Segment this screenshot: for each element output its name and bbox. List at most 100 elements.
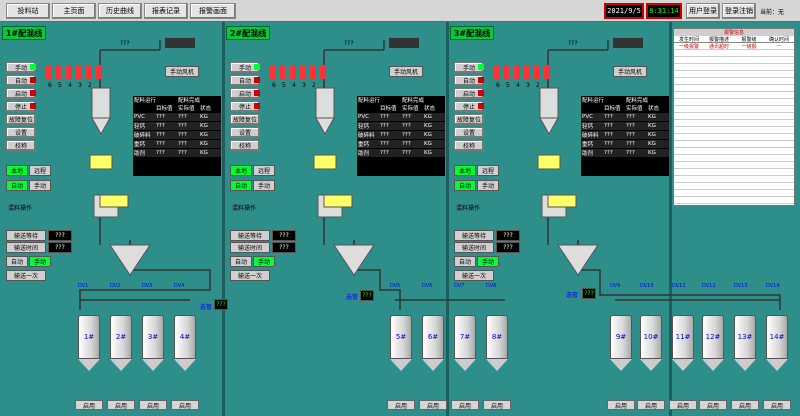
auto-button[interactable]: 自动 (230, 180, 252, 191)
silo-start-button[interactable]: 启用 (387, 400, 415, 410)
alarm-row[interactable] (674, 155, 794, 162)
unit: KG (648, 114, 656, 120)
auto-button[interactable]: 自动 (6, 180, 28, 191)
control-setup-button[interactable]: 设置 (454, 127, 484, 138)
alarm-cell (734, 190, 764, 196)
nav-home[interactable]: 主页面 (52, 3, 96, 19)
alarm-row[interactable] (674, 190, 794, 197)
remote-button[interactable]: 远程 (29, 165, 51, 176)
auto-button[interactable]: 自动 (454, 180, 476, 191)
control-calib-button[interactable]: 校称 (454, 140, 484, 151)
manual-button[interactable]: 手动 (29, 180, 51, 191)
logout-button[interactable]: 登录注销 (722, 3, 756, 19)
alarm-row[interactable] (674, 148, 794, 155)
alarm-row[interactable] (674, 64, 794, 71)
silo-cone (640, 359, 662, 371)
manual-button[interactable]: 手动 (253, 180, 275, 191)
col-header: 目标值 (156, 106, 173, 112)
alarm-row[interactable] (674, 85, 794, 92)
run-header: 配料运行 (358, 98, 381, 104)
alarm-cell (764, 64, 794, 70)
alarm-cell (734, 57, 764, 63)
control-reset-button[interactable]: 故障复位 (230, 114, 260, 125)
convey-once-button[interactable]: 输送一次 (230, 270, 270, 281)
recipe-row: 助剂?????? KG (133, 149, 221, 157)
silo-start-button[interactable]: 启用 (483, 400, 511, 410)
silo-cone (734, 359, 756, 371)
alarm-row[interactable] (674, 71, 794, 78)
line1-fan-button[interactable]: 手动风机 (165, 66, 199, 77)
alarm-cell (764, 120, 794, 126)
control-reset-button[interactable]: 故障复位 (454, 114, 484, 125)
material-name: 助剂 (582, 151, 594, 157)
nav-alarm[interactable]: 报警画面 (190, 3, 236, 19)
alarm-row[interactable] (674, 134, 794, 141)
nav-reports[interactable]: 报表记录 (144, 3, 188, 19)
user-login-button[interactable]: 用户登录 (686, 3, 720, 19)
silo-start-button[interactable]: 启用 (669, 400, 697, 410)
actual-value: ??? (402, 150, 411, 156)
wait-value: ??? (48, 230, 72, 241)
silo-start-button[interactable]: 启用 (763, 400, 791, 410)
alarm-cell (764, 113, 794, 119)
line3-fan-button[interactable]: 手动风机 (613, 66, 647, 77)
silo-start-button[interactable]: 启用 (139, 400, 167, 410)
diverter-valve-label: DV12 (702, 283, 716, 289)
alarm-row[interactable] (674, 92, 794, 99)
alarm-row[interactable] (674, 106, 794, 113)
silo-start-button[interactable]: 启用 (699, 400, 727, 410)
alarm-row[interactable] (674, 99, 794, 106)
silo-start-button[interactable]: 启用 (107, 400, 135, 410)
scale-number: 2 (536, 82, 540, 89)
nav-feeding-station[interactable]: 投料站 (6, 3, 50, 19)
alarm-cell (674, 197, 704, 203)
manual-button[interactable]: 手动 (477, 180, 499, 191)
local-button[interactable]: 本地 (454, 165, 476, 176)
alarm-row[interactable] (674, 127, 794, 134)
remote-button[interactable]: 远程 (253, 165, 275, 176)
alarm-row[interactable] (674, 50, 794, 57)
convey-once-button[interactable]: 输送一次 (454, 270, 494, 281)
alarm-row[interactable]: 一级报警 通讯超时 一级报 — (674, 43, 794, 50)
alarm-row[interactable] (674, 183, 794, 190)
silo-start-button[interactable]: 启用 (75, 400, 103, 410)
silo-start-button[interactable]: 启用 (419, 400, 447, 410)
local-button[interactable]: 本地 (6, 165, 28, 176)
control-calib-button[interactable]: 校称 (230, 140, 260, 151)
alarm-row[interactable] (674, 169, 794, 176)
manual-button[interactable]: 手动 (29, 256, 51, 267)
local-button[interactable]: 本地 (230, 165, 252, 176)
silo-start-button[interactable]: 启用 (171, 400, 199, 410)
alarm-cell (704, 50, 734, 56)
nav-history-curve[interactable]: 历史曲线 (98, 3, 142, 19)
auto-button[interactable]: 自动 (230, 256, 252, 267)
col-header: 目标值 (380, 106, 397, 112)
silo-start-button[interactable]: 启用 (731, 400, 759, 410)
alarm-row[interactable] (674, 57, 794, 64)
alarm-row[interactable] (674, 162, 794, 169)
alarm-row[interactable] (674, 78, 794, 85)
remote-button[interactable]: 远程 (477, 165, 499, 176)
control-setup-button[interactable]: 设置 (6, 127, 36, 138)
silo-start-button[interactable]: 启用 (607, 400, 635, 410)
material-name: PVC (134, 114, 145, 120)
manual-button[interactable]: 手动 (477, 256, 499, 267)
convey-once-button[interactable]: 输送一次 (6, 270, 46, 281)
alarm-row[interactable] (674, 120, 794, 127)
line2-fan-button[interactable]: 手动风机 (389, 66, 423, 77)
alarm-row[interactable] (674, 141, 794, 148)
alarm-row[interactable] (674, 197, 794, 204)
col-header: 目标值 (604, 106, 621, 112)
auto-button[interactable]: 自动 (454, 256, 476, 267)
auto-button[interactable]: 自动 (6, 256, 28, 267)
manual-button[interactable]: 手动 (253, 256, 275, 267)
diverter-valve-label: DV3 (142, 283, 153, 289)
silo-start-button[interactable]: 启用 (637, 400, 665, 410)
control-calib-button[interactable]: 校称 (6, 140, 36, 151)
alarm-row[interactable] (674, 176, 794, 183)
silo-start-button[interactable]: 启用 (451, 400, 479, 410)
control-reset-button[interactable]: 故障复位 (6, 114, 36, 125)
alarm-row[interactable] (674, 113, 794, 120)
alarm-cell (674, 155, 704, 161)
control-setup-button[interactable]: 设置 (230, 127, 260, 138)
